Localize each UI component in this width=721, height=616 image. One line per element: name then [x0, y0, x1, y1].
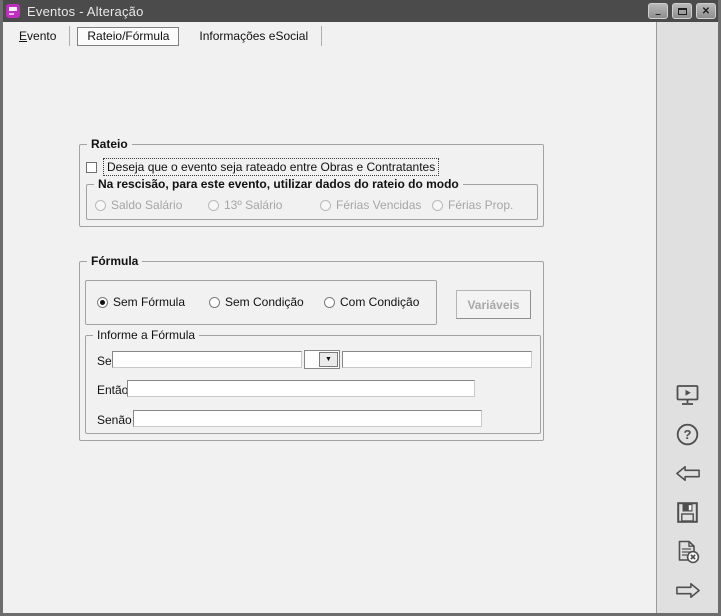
rateio-checkbox[interactable]: Deseja que o evento seja rateado entre O… [86, 158, 439, 176]
informe-formula-groupbox: Informe a Fórmula Se ▼ Então Senão [85, 335, 541, 434]
formula-mode-frame: Sem Fórmula Sem Condição Com Condição [85, 280, 437, 325]
checkbox-icon[interactable] [86, 162, 97, 173]
arrow-right-icon[interactable] [674, 578, 702, 603]
tab-rateio-formula[interactable]: Rateio/Fórmula [77, 27, 179, 46]
radio-icon [320, 200, 331, 211]
maximize-button[interactable] [672, 3, 692, 19]
informe-formula-group-label: Informe a Fórmula [93, 328, 199, 342]
radio-sem-condicao[interactable]: Sem Condição [209, 295, 304, 309]
rescisao-group-label: Na rescisão, para este evento, utilizar … [94, 177, 463, 191]
rateio-groupbox: Rateio Deseja que o evento seja rateado … [79, 144, 544, 227]
variaveis-button[interactable]: Variáveis [456, 290, 531, 319]
radio-icon [95, 200, 106, 211]
close-icon: ✕ [702, 6, 710, 17]
arrow-left-icon[interactable] [674, 461, 702, 486]
tab-bar: Evento Rateio/Fórmula Informações eSocia… [6, 25, 322, 47]
se-operator-combobox[interactable]: ▼ [304, 350, 340, 369]
entao-input[interactable] [127, 380, 475, 397]
radio-icon[interactable] [324, 297, 335, 308]
eventos-alteracao-window: Eventos - Alteração – ✕ Evento Rateio/Fó… [0, 0, 721, 616]
radio-com-condicao[interactable]: Com Condição [324, 295, 419, 309]
radio-saldo-salario: Saldo Salário [95, 198, 182, 212]
se-input[interactable] [112, 351, 302, 368]
radio-icon [432, 200, 443, 211]
window-title: Eventos - Alteração [27, 4, 144, 19]
app-logo-icon [6, 4, 20, 18]
senao-input[interactable] [133, 410, 482, 427]
entao-label: Então [97, 383, 128, 397]
se-label: Se [97, 354, 112, 368]
help-icon[interactable]: ? [674, 422, 702, 447]
document-delete-icon[interactable] [674, 539, 702, 564]
se-complement-input[interactable] [342, 351, 532, 368]
toolbar-sidebar: ? [656, 22, 718, 613]
tab-evento[interactable]: Evento [6, 26, 70, 46]
maximize-icon [678, 8, 687, 15]
minimize-button[interactable]: – [648, 3, 668, 19]
tab-informacoes-esocial[interactable]: Informações eSocial [186, 26, 322, 46]
radio-icon [208, 200, 219, 211]
titlebar: Eventos - Alteração – ✕ [0, 0, 721, 22]
monitor-play-icon[interactable] [674, 383, 702, 408]
chevron-down-icon[interactable]: ▼ [319, 352, 338, 367]
senao-label: Senão [97, 413, 132, 427]
close-button[interactable]: ✕ [696, 3, 716, 19]
save-icon[interactable] [674, 500, 702, 525]
formula-group-label: Fórmula [87, 254, 142, 268]
svg-text:?: ? [684, 427, 692, 442]
formula-groupbox: Fórmula Sem Fórmula Sem Condição Com Con… [79, 261, 544, 441]
rateio-checkbox-label: Deseja que o evento seja rateado entre O… [103, 158, 439, 176]
radio-13-salario: 13º Salário [208, 198, 282, 212]
radio-ferias-vencidas: Férias Vencidas [320, 198, 421, 212]
radio-sem-formula[interactable]: Sem Fórmula [97, 295, 185, 309]
radio-icon[interactable] [209, 297, 220, 308]
rescisao-groupbox: Na rescisão, para este evento, utilizar … [86, 184, 538, 220]
rateio-group-label: Rateio [87, 137, 132, 151]
minimize-icon: – [655, 9, 661, 20]
radio-icon[interactable] [97, 297, 108, 308]
radio-ferias-prop: Férias Prop. [432, 198, 513, 212]
